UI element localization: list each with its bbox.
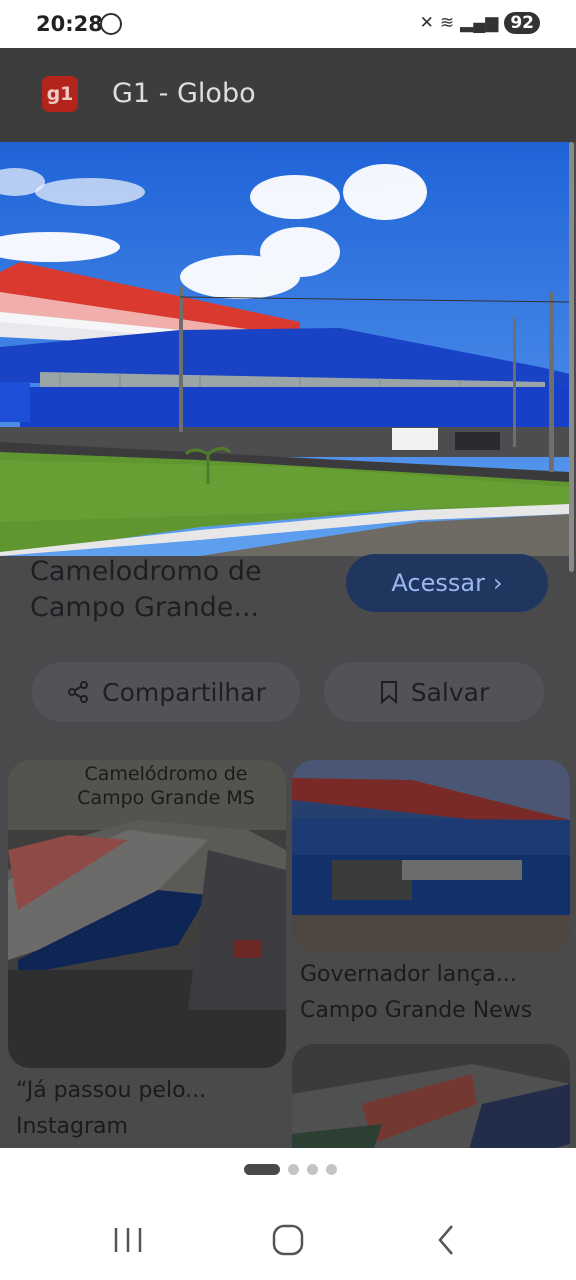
result-title[interactable]: Camelodromo de Campo Grande...: [30, 554, 330, 626]
share-label: Compartilhar: [102, 677, 266, 707]
recent-apps-icon[interactable]: [108, 1220, 148, 1260]
related-caption-2[interactable]: Governador lança...: [300, 962, 517, 987]
related-image-3[interactable]: [292, 1044, 570, 1148]
back-icon[interactable]: [428, 1220, 468, 1260]
related-image-campo-grande-news[interactable]: [292, 760, 570, 952]
access-button[interactable]: Acessar ›: [346, 554, 548, 612]
scroll-indicator[interactable]: [569, 142, 574, 572]
carousel-dot-1[interactable]: [244, 1164, 280, 1175]
battery-indicator: 92: [504, 12, 540, 34]
related-image-instagram[interactable]: Camelódromo de Campo Grande MS: [8, 760, 286, 1068]
signal-icon: ▂▄▆: [460, 13, 499, 32]
tile-overlay-text: Camelódromo de Campo Grande MS: [77, 763, 255, 809]
related-source-2[interactable]: Campo Grande News: [300, 998, 532, 1023]
home-icon[interactable]: [268, 1220, 308, 1260]
save-button[interactable]: Salvar: [324, 662, 544, 722]
status-icons: ✕ ≋ ▂▄▆ 92: [420, 12, 540, 34]
chevron-right-icon: ›: [492, 569, 503, 597]
carousel-dot-2[interactable]: [288, 1164, 299, 1175]
whatsapp-icon: [100, 13, 122, 35]
source-title[interactable]: G1 - Globo: [112, 78, 256, 109]
mute-icon: ✕: [419, 13, 434, 32]
share-icon: [68, 681, 89, 703]
carousel-indicator: [244, 1164, 337, 1175]
related-source-1[interactable]: Instagram: [16, 1114, 128, 1139]
access-button-label: Acessar: [391, 569, 485, 597]
bottom-area: [0, 1148, 576, 1280]
save-label: Salvar: [410, 677, 490, 707]
share-button[interactable]: Compartilhar: [32, 662, 300, 722]
status-bar: 20:28 ✕ ≋ ▂▄▆ 92: [0, 0, 576, 48]
related-caption-1[interactable]: “Já passou pelo...: [16, 1078, 206, 1103]
carousel-dot-4[interactable]: [326, 1164, 337, 1175]
g1-logo[interactable]: g1: [42, 76, 78, 112]
carousel-dot-3[interactable]: [307, 1164, 318, 1175]
status-time: 20:28: [36, 12, 103, 36]
wifi-icon: ≋: [439, 13, 455, 32]
bookmark-icon: [380, 681, 397, 704]
hero-image[interactable]: [0, 142, 570, 556]
source-header: g1 G1 - Globo: [0, 48, 576, 142]
image-preview-panel: Camelodromo de Campo Grande... Acessar ›…: [0, 142, 576, 1148]
